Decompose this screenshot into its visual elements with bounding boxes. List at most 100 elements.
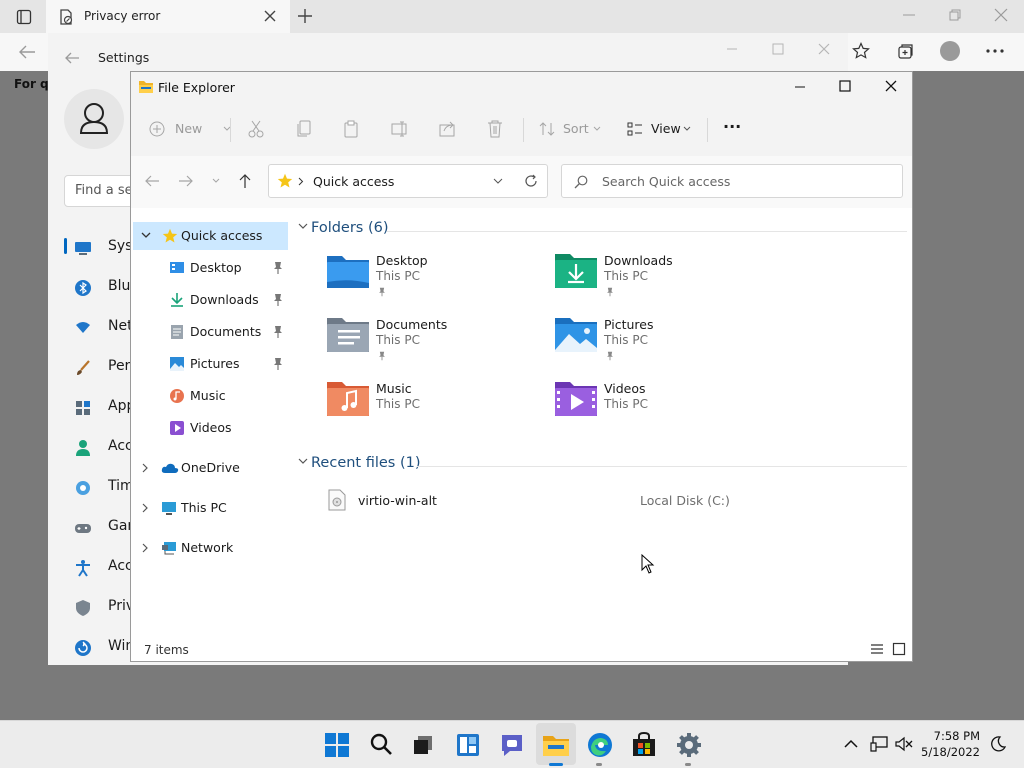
explorer-title-bar[interactable]: File Explorer — [131, 72, 912, 102]
collapsed-chevron-icon[interactable] — [142, 463, 149, 473]
settings-user-avatar[interactable] — [64, 89, 124, 149]
view-layout-icon — [627, 122, 642, 136]
task-view-icon[interactable] — [408, 729, 440, 761]
tree-item-downloads[interactable]: Downloads — [133, 286, 288, 314]
copy-icon[interactable] — [296, 120, 312, 138]
search-icon[interactable] — [365, 729, 397, 761]
cut-icon[interactable] — [248, 120, 264, 138]
folder-location: This PC — [604, 269, 648, 283]
address-text: Quick access — [313, 174, 395, 189]
collapse-section-icon[interactable] — [298, 223, 308, 230]
folder-desktop[interactable]: Desktop This PC — [326, 250, 546, 308]
browser-tab[interactable]: Privacy error — [46, 0, 290, 33]
network-status-icon[interactable] — [870, 736, 888, 752]
sort-button[interactable]: Sort — [539, 114, 603, 144]
recent-locations-chevron-icon[interactable] — [212, 178, 220, 184]
new-button[interactable]: New — [149, 114, 231, 144]
large-icons-view-icon[interactable] — [892, 642, 906, 656]
tab-actions-icon[interactable] — [16, 9, 32, 25]
volume-muted-icon[interactable] — [895, 736, 913, 752]
start-windows-icon[interactable] — [321, 729, 353, 761]
new-tab-icon[interactable] — [297, 8, 313, 24]
folder-music[interactable]: Music This PC — [326, 378, 546, 436]
settings-maximize-icon[interactable] — [772, 43, 784, 55]
settings-minimize-icon[interactable] — [726, 43, 738, 55]
folders-section-header[interactable]: Folders (6) — [311, 220, 389, 236]
refresh-icon[interactable] — [524, 174, 538, 188]
file-explorer-icon — [139, 81, 153, 93]
expanded-chevron-icon[interactable] — [141, 232, 151, 239]
recent-file-row[interactable]: virtio-win-alt Local Disk (C:) — [321, 486, 881, 514]
close-tab-icon[interactable] — [264, 10, 276, 22]
focus-assist-moon-icon[interactable] — [990, 736, 1006, 752]
privacy-error-icon — [60, 9, 73, 25]
tree-item-music[interactable]: Music — [133, 382, 288, 410]
collapsed-chevron-icon[interactable] — [142, 503, 149, 513]
recent-file-location: Local Disk (C:) — [640, 493, 730, 508]
forward-arrow-icon[interactable] — [178, 174, 194, 188]
collections-icon[interactable] — [896, 42, 914, 60]
plus-circle-icon — [149, 121, 165, 137]
tree-item-quick-access[interactable]: Quick access — [133, 222, 288, 250]
profile-avatar[interactable] — [940, 41, 960, 61]
collapse-section-icon[interactable] — [298, 458, 308, 465]
recent-files-section-header[interactable]: Recent files (1) — [311, 455, 421, 471]
see-more-button[interactable]: ··· — [721, 114, 745, 144]
settings-back-icon[interactable] — [64, 51, 80, 65]
folder-location: This PC — [604, 397, 648, 411]
chevron-down-icon — [593, 126, 601, 131]
browser-minimize-icon[interactable] — [902, 8, 916, 22]
settings-nav-label: Net — [108, 318, 133, 334]
address-dropdown-icon[interactable] — [493, 178, 503, 185]
settings-close-icon[interactable] — [818, 43, 830, 55]
edge-browser-icon[interactable] — [584, 729, 616, 761]
view-button[interactable]: View — [627, 114, 693, 144]
minimize-icon[interactable] — [794, 81, 806, 93]
status-bar: 7 items — [131, 636, 912, 661]
more-options-icon[interactable] — [986, 49, 1004, 53]
cloud-icon — [161, 463, 179, 473]
tree-item-videos[interactable]: Videos — [133, 414, 288, 442]
tree-item-onedrive[interactable]: OneDrive — [133, 454, 288, 482]
settings-search-placeholder: Find a se — [75, 183, 133, 198]
details-view-icon[interactable] — [870, 643, 884, 655]
show-hidden-icons-chevron-icon[interactable] — [844, 739, 858, 748]
file-explorer-icon[interactable] — [540, 729, 572, 761]
folder-videos[interactable]: Videos This PC — [554, 378, 774, 436]
tree-item-desktop[interactable]: Desktop — [133, 254, 288, 282]
tree-item-network[interactable]: Network — [133, 534, 288, 562]
delete-icon[interactable] — [487, 120, 503, 138]
store-icon[interactable] — [628, 729, 660, 761]
share-icon[interactable] — [439, 120, 457, 138]
taskbar-clock[interactable]: 7:58 PM 5/18/2022 — [921, 728, 980, 760]
up-arrow-icon[interactable] — [238, 173, 252, 189]
document-icon — [171, 325, 183, 339]
network-icon — [162, 542, 176, 555]
back-icon[interactable] — [18, 44, 36, 60]
widgets-icon[interactable] — [452, 729, 484, 761]
tree-item-this-pc[interactable]: This PC — [133, 494, 288, 522]
command-separator — [707, 118, 708, 142]
chat-icon[interactable] — [496, 729, 528, 761]
settings-gear-icon[interactable] — [673, 729, 705, 761]
browser-close-icon[interactable] — [994, 8, 1008, 22]
search-box[interactable]: Search Quick access — [561, 164, 903, 198]
maximize-icon[interactable] — [839, 80, 851, 92]
see-more-label: ··· — [723, 117, 742, 136]
paste-icon[interactable] — [343, 120, 359, 138]
address-bar[interactable]: Quick access — [268, 164, 548, 198]
favorites-icon[interactable] — [852, 42, 870, 60]
collapsed-chevron-icon[interactable] — [142, 543, 149, 553]
rename-icon[interactable] — [391, 120, 409, 138]
browser-restore-icon[interactable] — [948, 8, 962, 22]
back-arrow-icon[interactable] — [144, 174, 160, 188]
folder-documents[interactable]: Documents This PC — [326, 314, 546, 372]
tree-label: Documents — [190, 324, 262, 339]
folder-pictures[interactable]: Pictures This PC — [554, 314, 774, 372]
close-icon[interactable] — [885, 80, 897, 92]
download-arrow-icon — [171, 293, 183, 307]
folder-name: Documents — [376, 317, 448, 332]
folder-downloads[interactable]: Downloads This PC — [554, 250, 774, 308]
tree-item-documents[interactable]: Documents — [133, 318, 288, 346]
tree-item-pictures[interactable]: Pictures — [133, 350, 288, 378]
